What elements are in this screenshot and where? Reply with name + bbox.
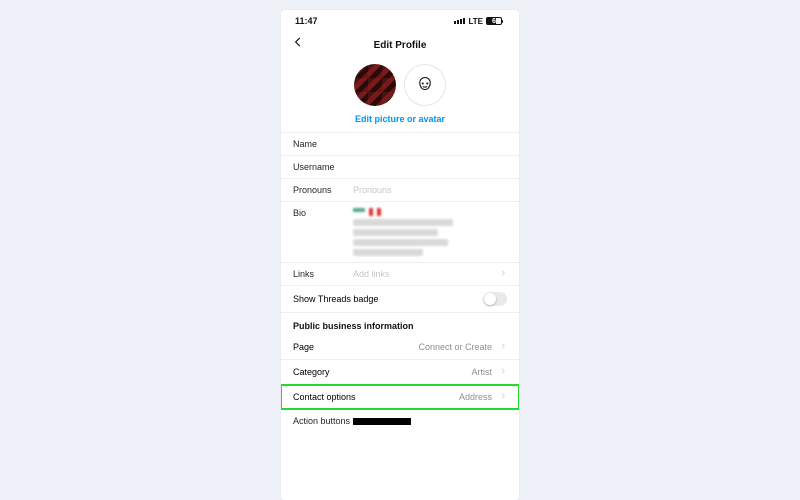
chevron-right-icon xyxy=(499,342,507,352)
pronouns-placeholder: Pronouns xyxy=(353,185,507,195)
username-label: Username xyxy=(293,162,353,172)
status-bar: 11:47 LTE 62 xyxy=(281,10,519,32)
chevron-right-icon xyxy=(499,269,507,279)
navbar: Edit Profile xyxy=(281,32,519,58)
avatar-face-icon xyxy=(416,76,434,94)
name-row[interactable]: Name xyxy=(281,133,519,155)
business-section-title: Public business information xyxy=(281,313,519,335)
status-indicators: LTE 62 xyxy=(454,17,505,26)
threads-badge-row: Show Threads badge xyxy=(281,286,519,312)
page-value: Connect or Create xyxy=(418,342,492,352)
redacted-bar xyxy=(353,418,411,425)
category-value: Artist xyxy=(471,367,492,377)
bio-value xyxy=(353,208,507,256)
threads-badge-toggle[interactable] xyxy=(483,292,507,306)
avatar-row xyxy=(281,58,519,108)
name-label: Name xyxy=(293,139,353,149)
contact-options-label: Contact options xyxy=(293,392,356,402)
profile-picture[interactable] xyxy=(354,64,396,106)
links-placeholder: Add links xyxy=(353,269,495,279)
network-label: LTE xyxy=(468,17,483,26)
pronouns-label: Pronouns xyxy=(293,185,353,195)
chevron-left-icon xyxy=(291,35,305,49)
edit-picture-link[interactable]: Edit picture or avatar xyxy=(281,108,519,132)
signal-icon xyxy=(454,18,465,24)
page-row[interactable]: Page Connect or Create xyxy=(281,335,519,359)
back-button[interactable] xyxy=(291,35,305,54)
action-buttons-row[interactable]: Action buttons xyxy=(281,410,519,426)
bio-label: Bio xyxy=(293,208,353,218)
chevron-right-icon xyxy=(499,392,507,402)
phone-frame: 11:47 LTE 62 Edit Profile Edit picture o… xyxy=(281,10,519,500)
category-label: Category xyxy=(293,367,330,377)
pronouns-row[interactable]: Pronouns Pronouns xyxy=(281,179,519,201)
links-row[interactable]: Links Add links xyxy=(281,263,519,285)
links-label: Links xyxy=(293,269,353,279)
bio-row[interactable]: Bio xyxy=(281,202,519,262)
username-value xyxy=(353,162,507,172)
category-row[interactable]: Category Artist xyxy=(281,360,519,384)
chevron-right-icon xyxy=(499,367,507,377)
username-row[interactable]: Username xyxy=(281,156,519,178)
name-value xyxy=(353,139,507,149)
page-label: Page xyxy=(293,342,314,352)
threads-badge-label: Show Threads badge xyxy=(293,294,378,304)
contact-options-value: Address xyxy=(459,392,492,402)
contact-options-row[interactable]: Contact options Address xyxy=(281,385,519,409)
action-buttons-label: Action buttons xyxy=(293,416,350,426)
avatar-option[interactable] xyxy=(404,64,446,106)
page-title: Edit Profile xyxy=(374,40,427,51)
status-time: 11:47 xyxy=(295,16,318,26)
